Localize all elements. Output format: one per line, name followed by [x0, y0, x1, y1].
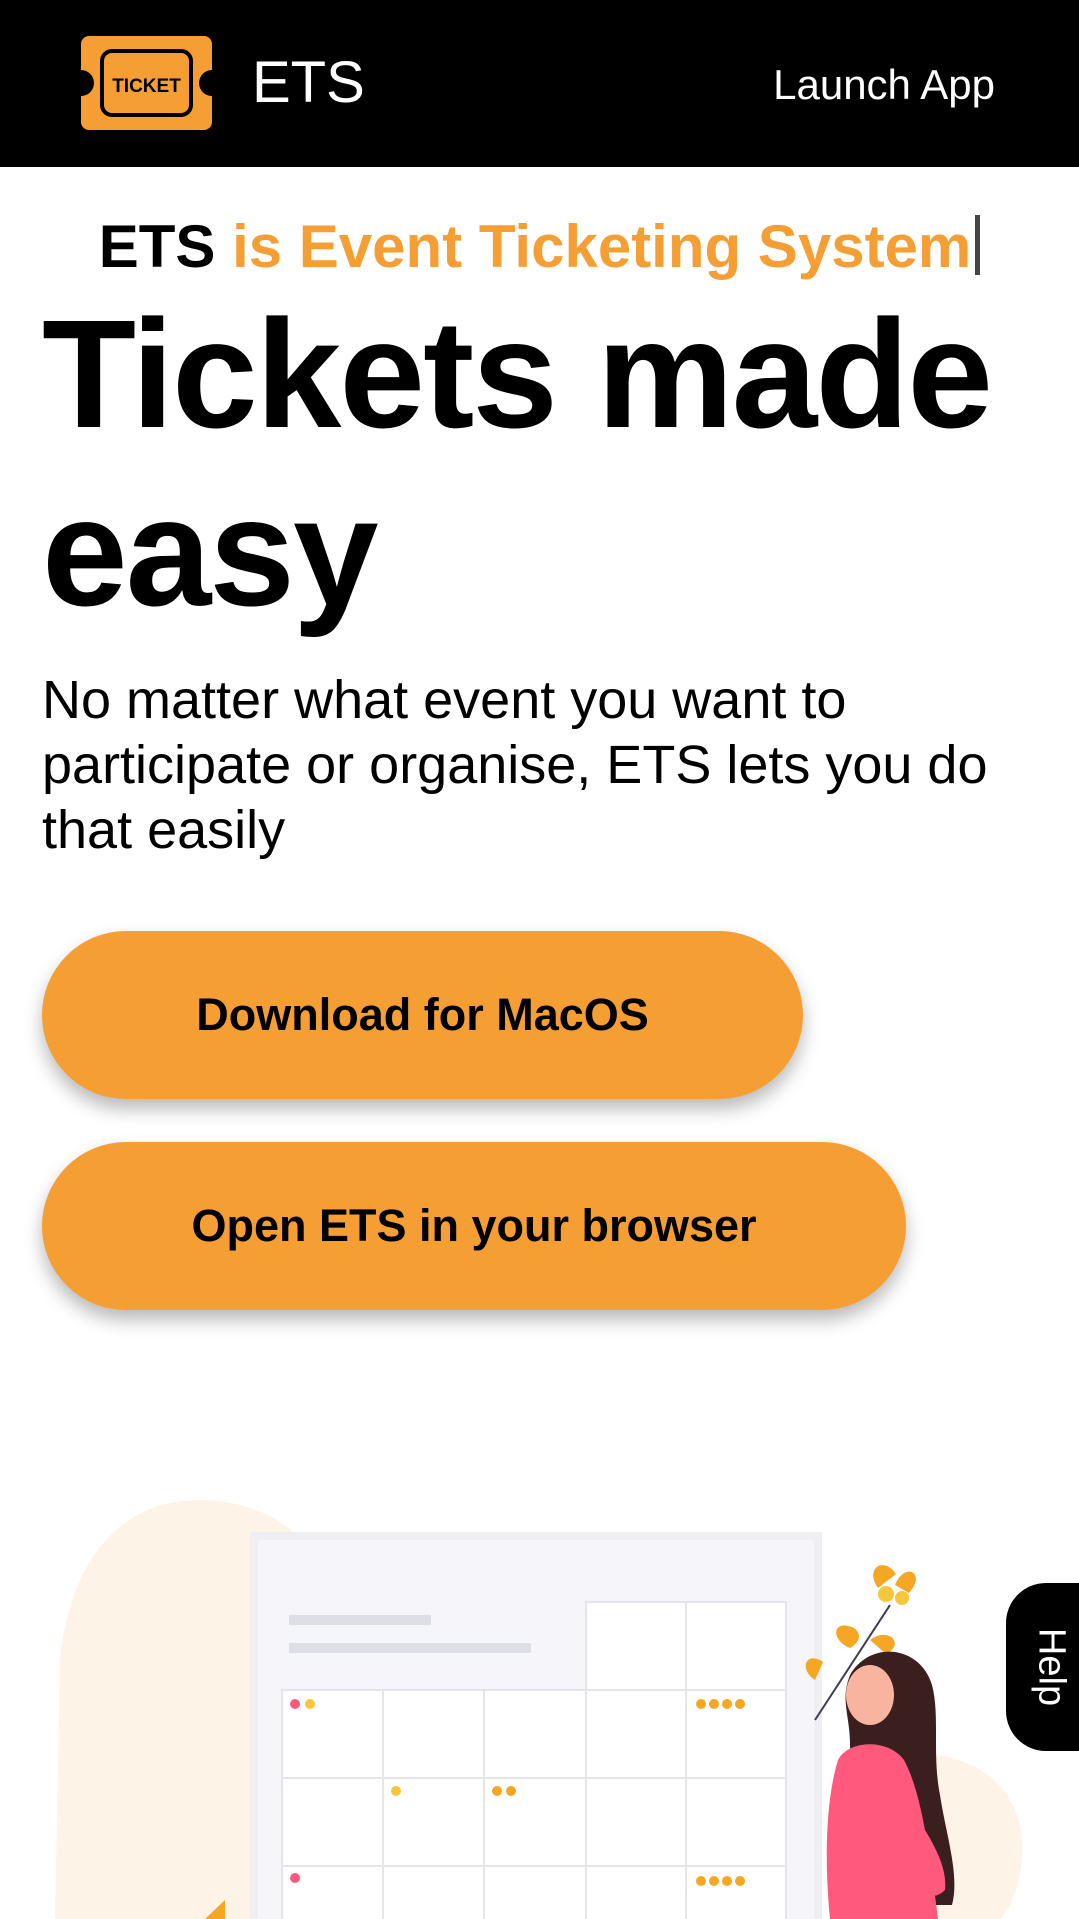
- brand-name[interactable]: ETS: [252, 48, 365, 118]
- top-navbar: TICKET ETS Launch App: [0, 0, 1079, 167]
- hero-headline: Tickets made easy: [42, 288, 993, 638]
- typing-cursor: [975, 215, 981, 275]
- download-macos-button[interactable]: Download for MacOS: [42, 931, 803, 1099]
- tagline: ETS is Event Ticketing System: [0, 212, 1079, 282]
- tagline-prefix: ETS: [98, 213, 216, 280]
- ticket-logo-icon[interactable]: TICKET: [81, 36, 212, 130]
- open-in-browser-button[interactable]: Open ETS in your browser: [42, 1142, 906, 1310]
- help-label: Help: [1030, 1627, 1073, 1707]
- hero-description: No matter what event you want to partici…: [42, 670, 988, 860]
- help-tab[interactable]: Help: [1006, 1583, 1079, 1751]
- logo-text: TICKET: [112, 76, 181, 97]
- calendar-illustration: [55, 1500, 1023, 1919]
- tagline-highlight: is Event Ticketing System: [232, 213, 972, 280]
- launch-app-link[interactable]: Launch App: [773, 60, 995, 110]
